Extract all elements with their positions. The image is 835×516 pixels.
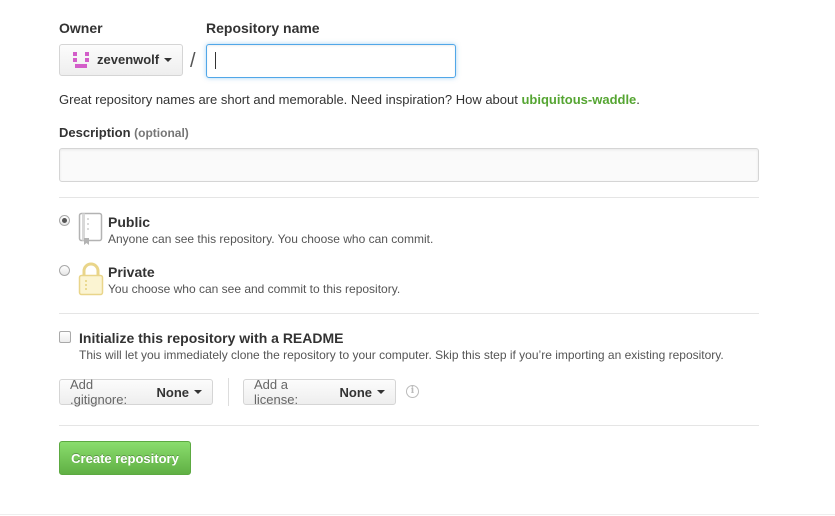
chevron-down-icon — [194, 390, 202, 394]
owner-repo-separator: / — [190, 50, 196, 72]
init-readme-checkbox[interactable] — [59, 331, 71, 343]
create-repository-button[interactable]: Create repository — [59, 441, 191, 475]
divider — [59, 313, 759, 314]
visibility-private-description: You choose who can see and commit to thi… — [108, 282, 401, 296]
divider — [59, 197, 759, 198]
init-readme-description: This will let you immediately clone the … — [79, 348, 724, 362]
divider — [59, 425, 759, 426]
repo-book-icon — [78, 212, 103, 245]
description-label-text: Description — [59, 125, 131, 140]
hint-text: Great repository names are short and mem… — [59, 92, 522, 107]
text-cursor — [215, 52, 216, 69]
owner-label: Owner — [59, 20, 103, 36]
visibility-public-description: Anyone can see this repository. You choo… — [108, 232, 434, 246]
name-suggestion[interactable]: ubiquitous-waddle — [521, 92, 636, 107]
gitignore-value: None — [156, 384, 190, 400]
description-optional-note: (optional) — [134, 126, 189, 140]
lock-icon — [78, 262, 104, 296]
repository-name-input[interactable] — [206, 44, 456, 78]
repository-name-hint: Great repository names are short and mem… — [59, 92, 640, 107]
owner-name: zevenwolf — [97, 52, 160, 67]
chevron-down-icon — [377, 390, 385, 394]
hint-suffix: . — [636, 92, 640, 107]
avatar-identicon — [73, 52, 89, 68]
license-label: Add a license: — [254, 377, 299, 407]
gitignore-label: Add .gitignore: — [70, 377, 128, 407]
gitignore-dropdown-button[interactable]: Add .gitignore: None — [59, 377, 213, 407]
visibility-public-radio[interactable] — [59, 215, 70, 226]
license-value: None — [339, 384, 373, 400]
new-repository-form: Owner Repository name zevenwolf / Great … — [0, 0, 835, 516]
owner-dropdown-button[interactable]: zevenwolf — [59, 44, 183, 76]
footer-divider — [0, 514, 835, 515]
repository-name-label: Repository name — [206, 20, 320, 36]
visibility-private-title: Private — [108, 264, 155, 280]
visibility-private-radio[interactable] — [59, 265, 70, 276]
init-readme-title: Initialize this repository with a README — [79, 330, 344, 346]
description-label: Description (optional) — [59, 125, 189, 140]
description-input[interactable] — [59, 148, 759, 182]
vertical-divider — [228, 378, 229, 406]
visibility-public-title: Public — [108, 214, 151, 230]
chevron-down-icon — [164, 58, 173, 62]
license-dropdown-button[interactable]: Add a license: None — [243, 377, 396, 407]
info-icon[interactable]: i — [406, 385, 419, 398]
